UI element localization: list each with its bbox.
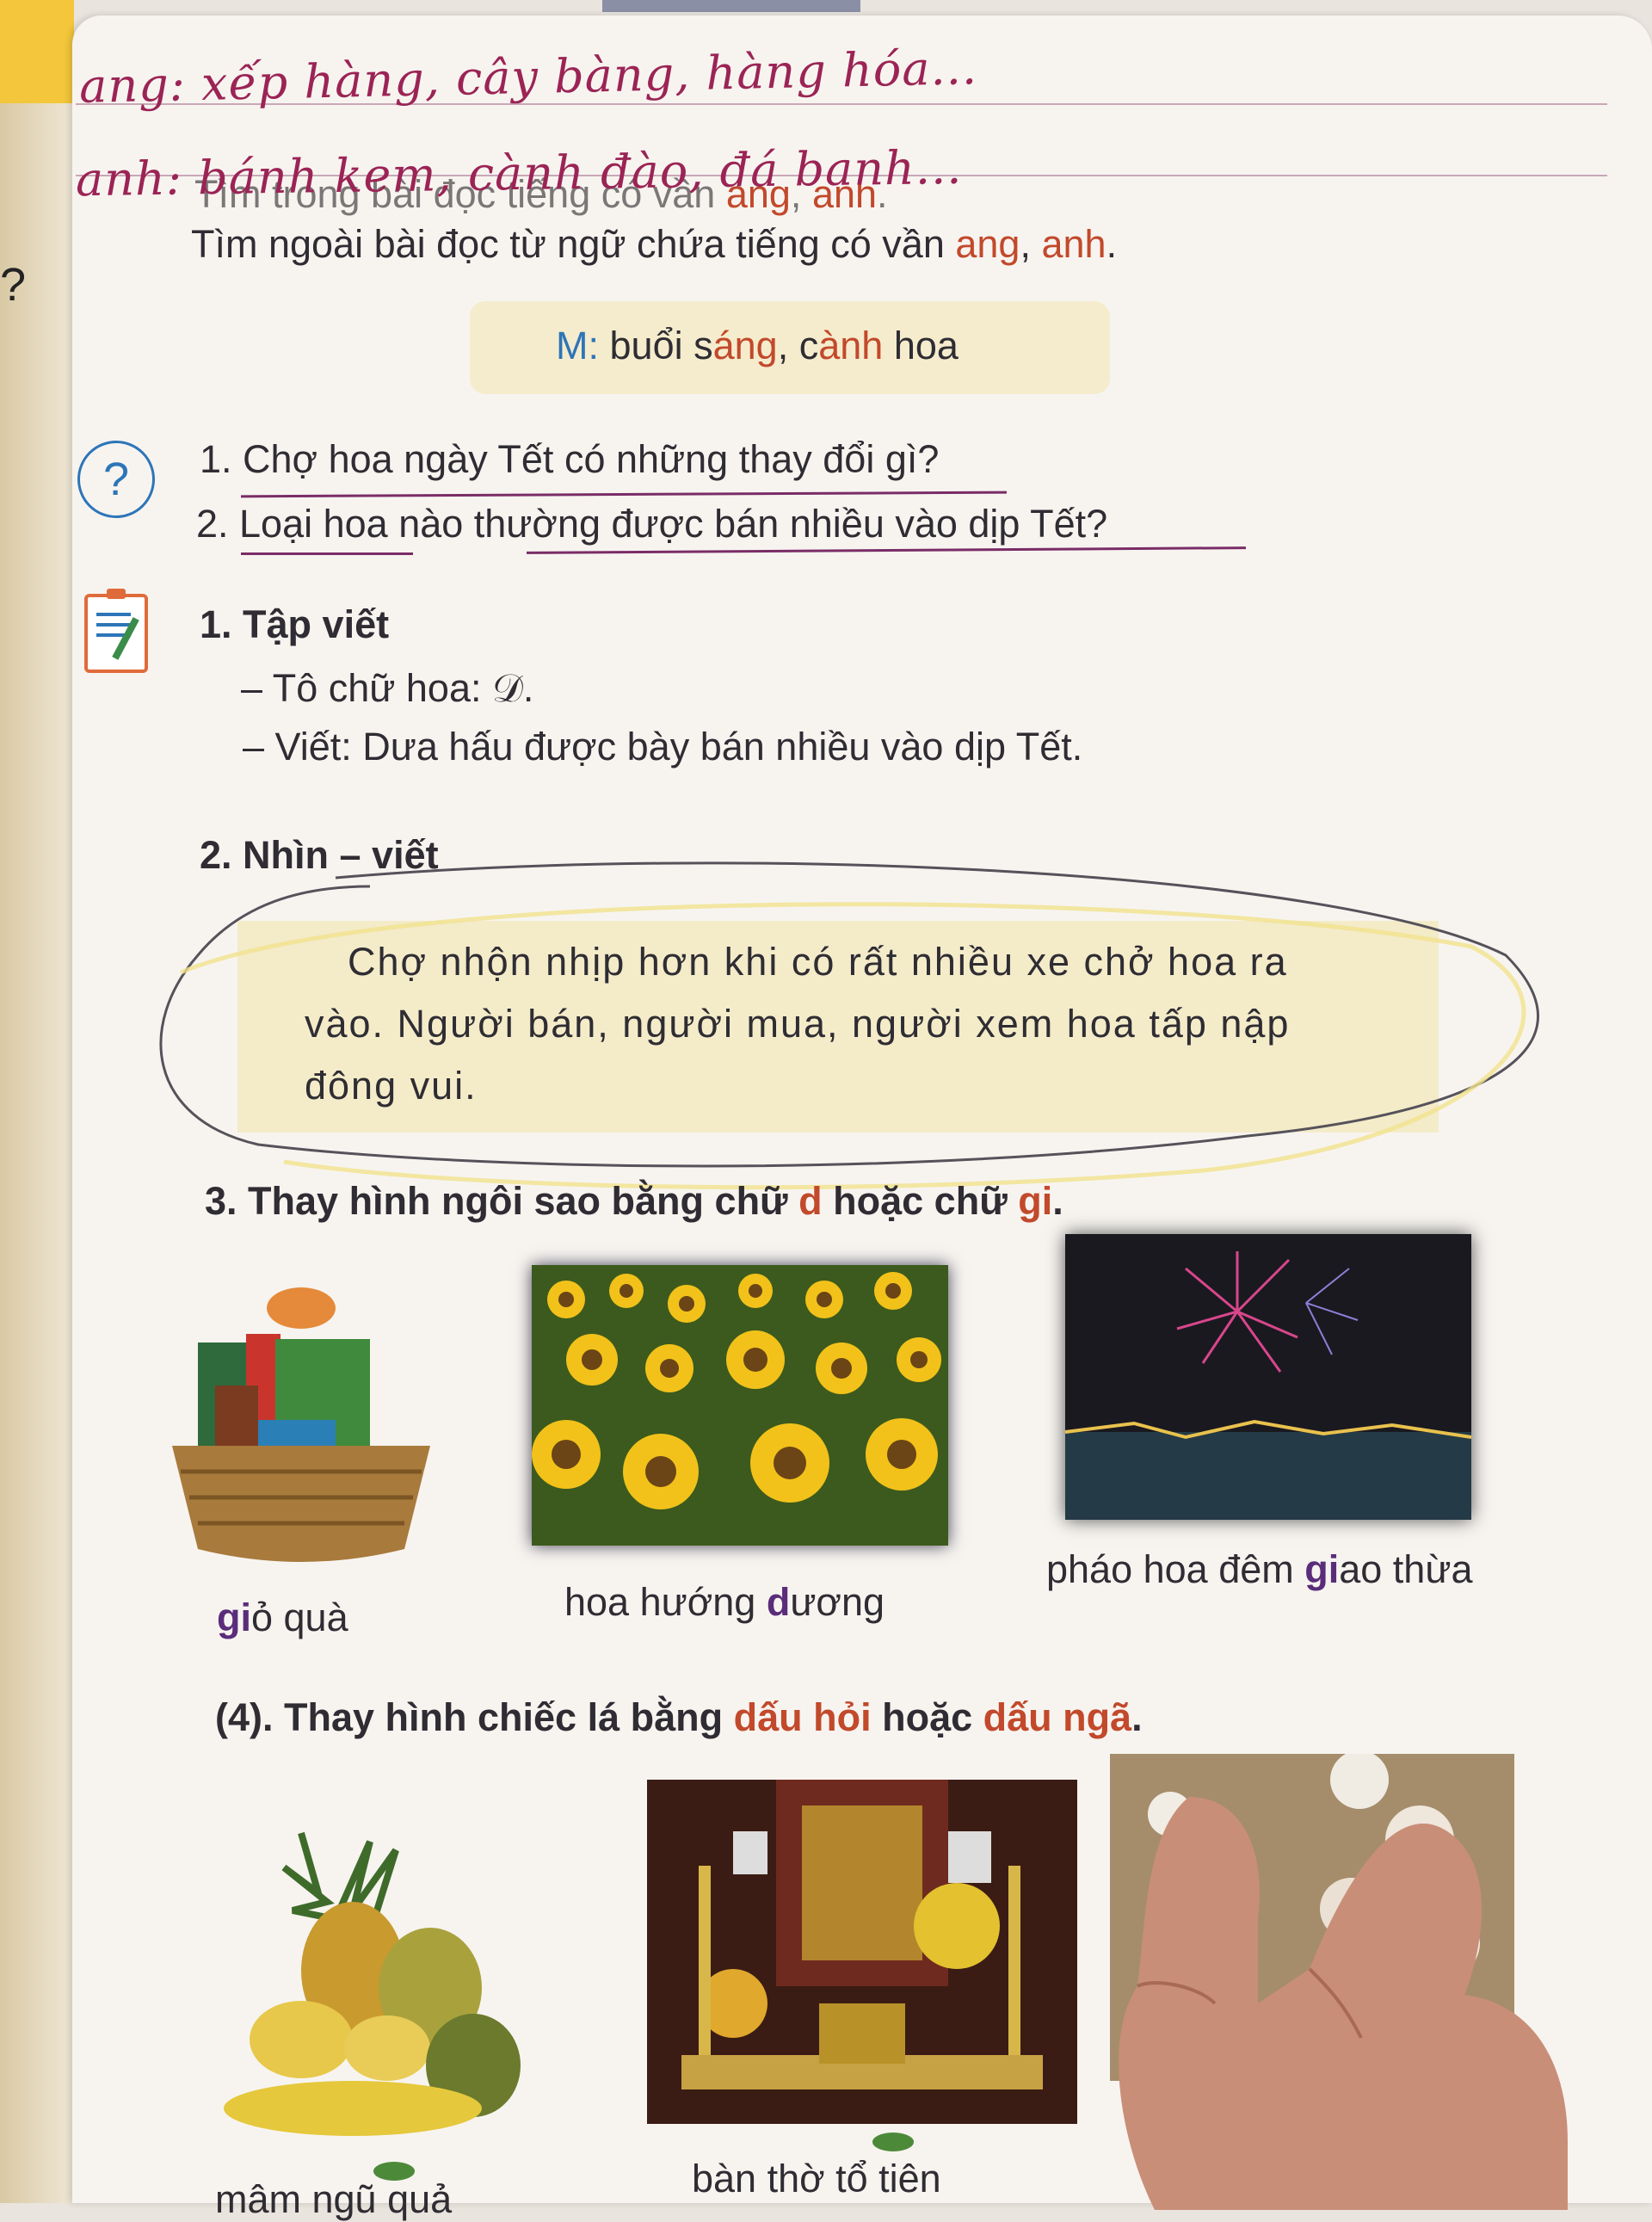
- gift-basket-image: [172, 1287, 430, 1562]
- ancestor-altar-image: [647, 1780, 1077, 2124]
- caption-gift-basket: giỏ quà: [217, 1596, 348, 1639]
- writing-title: 1. Tập viết: [200, 602, 390, 646]
- reader-hand: [1119, 1797, 1568, 2210]
- adjacent-page-edge: [0, 0, 74, 2203]
- exercise-line-2: Tìm ngoài bài đọc từ ngữ chứa tiếng có v…: [191, 222, 1118, 266]
- exercise-4-title: (4). Thay hình chiếc lá bằng dấu hỏi hoặ…: [215, 1695, 1143, 1739]
- example-text: M: buổi sáng, cành hoa: [556, 324, 959, 367]
- passage-line-1: Chợ nhộn nhịp hơn khi có rất nhiều xe ch…: [348, 940, 1288, 984]
- facing-page-text: ?: [0, 259, 27, 311]
- exercise-3-title: 3. Thay hình ngôi sao bằng chữ d hoặc ch…: [205, 1179, 1063, 1223]
- leaf-icon: [872, 2133, 914, 2151]
- sunflower-field-image: [532, 1265, 948, 1546]
- pen-underline: [241, 552, 413, 555]
- fireworks-image: [1065, 1234, 1471, 1520]
- leaf-icon: [373, 2162, 415, 2181]
- passage-line-3: đông vui.: [305, 1064, 478, 1108]
- question-2: 2. Loại hoa nào thường được bán nhiều và…: [196, 502, 1108, 546]
- book-cover-tab: [0, 0, 74, 103]
- notebook-icon: [84, 589, 148, 673]
- question-icon: ?: [77, 441, 155, 518]
- trace-letter-instruction: – Tô chữ hoa: 𝒟.: [241, 666, 534, 710]
- fruit-tray-image: [224, 1831, 521, 2136]
- caption-fireworks: pháo hoa đêm giao thừa: [1046, 1547, 1473, 1591]
- passage-line-2: vào. Người bán, người mua, người xem hoa…: [305, 1002, 1291, 1046]
- caption-sunflower: hoa hướng dương: [564, 1580, 885, 1624]
- question-1: 1. Chợ hoa ngày Tết có những thay đổi gì…: [200, 437, 940, 481]
- background-object: [602, 0, 860, 12]
- write-sentence-instruction: – Viết: Dưa hấu được bày bán nhiều vào d…: [243, 725, 1083, 768]
- caption-altar: bàn thờ tổ tiên: [692, 2157, 941, 2200]
